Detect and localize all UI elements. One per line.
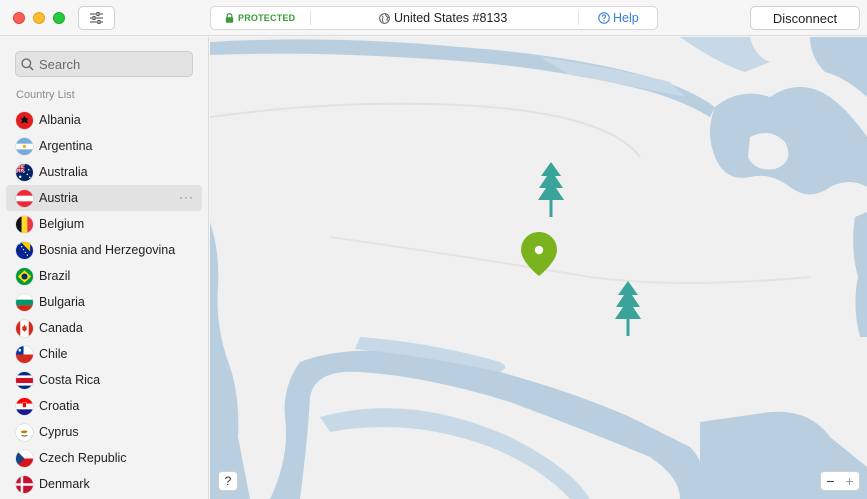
country-name: Albania <box>39 113 81 127</box>
country-item-chile[interactable]: Chile <box>6 341 202 367</box>
help-label: Help <box>613 11 639 25</box>
map-help-button[interactable]: ? <box>218 471 238 491</box>
lock-icon <box>225 13 234 23</box>
bulgaria-flag-icon <box>16 293 33 311</box>
country-name: Croatia <box>39 399 80 413</box>
map-view[interactable]: ? − + <box>210 37 867 499</box>
zoom-controls: − + <box>820 471 860 491</box>
country-item-bosnia[interactable]: Bosnia and Herzegovina <box>6 237 202 263</box>
canada-flag-icon <box>16 319 33 337</box>
country-name: Brazil <box>39 269 71 283</box>
country-item-croatia[interactable]: Croatia <box>6 393 202 419</box>
country-item-bulgaria[interactable]: Bulgaria <box>6 289 202 315</box>
title-bar: PROTECTED United States #8133 Help Disco… <box>0 0 867 36</box>
country-name: Chile <box>39 347 68 361</box>
costa-rica-flag-icon <box>16 371 33 389</box>
search-box[interactable] <box>15 51 193 77</box>
country-name: Cyprus <box>39 425 79 439</box>
country-item-australia[interactable]: Australia <box>6 159 202 185</box>
cyprus-flag-icon <box>16 423 33 441</box>
country-item-albania[interactable]: Albania <box>6 107 202 133</box>
minimize-window-button[interactable] <box>33 12 45 24</box>
belgium-flag-icon <box>16 215 33 233</box>
zoom-in-button[interactable]: + <box>840 472 859 490</box>
protected-status: PROTECTED <box>225 7 295 29</box>
server-label: United States #8133 <box>394 11 508 25</box>
country-name: Canada <box>39 321 83 335</box>
country-item-czech-republic[interactable]: Czech Republic <box>6 445 202 471</box>
tree-icon <box>538 162 564 217</box>
divider <box>310 11 311 25</box>
tree-icon <box>615 281 641 336</box>
maximize-window-button[interactable] <box>53 12 65 24</box>
protected-label: PROTECTED <box>238 13 296 23</box>
country-name: Costa Rica <box>39 373 101 387</box>
country-item-denmark[interactable]: Denmark <box>6 471 202 497</box>
close-window-button[interactable] <box>13 12 25 24</box>
search-input[interactable] <box>39 56 179 72</box>
more-options-icon[interactable]: ··· <box>179 190 194 204</box>
location-pin-icon[interactable] <box>520 231 558 277</box>
bosnia-flag-icon <box>16 241 33 259</box>
czech-flag-icon <box>16 449 33 467</box>
austria-flag-icon <box>16 189 33 207</box>
australia-flag-icon <box>16 163 33 181</box>
divider <box>578 11 579 25</box>
country-item-canada[interactable]: Canada <box>6 315 202 341</box>
country-name: Bulgaria <box>39 295 85 309</box>
globe-icon <box>379 12 390 24</box>
country-list: Albania Argentina Australia Austria ··· … <box>6 107 202 497</box>
croatia-flag-icon <box>16 397 33 415</box>
country-name: Denmark <box>39 477 90 491</box>
country-item-austria[interactable]: Austria ··· <box>6 185 202 211</box>
disconnect-button[interactable]: Disconnect <box>750 6 860 30</box>
country-list-title: Country List <box>16 89 75 101</box>
argentina-flag-icon <box>16 137 33 155</box>
help-link[interactable]: Help <box>598 7 639 29</box>
country-name: Belgium <box>39 217 85 231</box>
settings-button[interactable] <box>78 6 115 30</box>
help-circle-icon <box>598 12 610 24</box>
country-item-costa-rica[interactable]: Costa Rica <box>6 367 202 393</box>
country-item-argentina[interactable]: Argentina <box>6 133 202 159</box>
country-name: Bosnia and Herzegovina <box>39 243 176 257</box>
country-name: Argentina <box>39 139 93 153</box>
sliders-icon <box>90 12 103 24</box>
country-name: Czech Republic <box>39 451 127 465</box>
denmark-flag-icon <box>16 475 33 493</box>
server-name[interactable]: United States #8133 <box>379 7 507 29</box>
country-item-belgium[interactable]: Belgium <box>6 211 202 237</box>
connection-status-bar: PROTECTED United States #8133 Help <box>210 6 658 30</box>
country-item-brazil[interactable]: Brazil <box>6 263 202 289</box>
country-name: Austria <box>39 191 78 205</box>
chile-flag-icon <box>16 345 33 363</box>
zoom-out-button[interactable]: − <box>821 472 840 490</box>
search-icon <box>21 57 34 70</box>
country-name: Australia <box>39 165 88 179</box>
albania-flag-icon <box>16 111 33 129</box>
sidebar: Country List Albania Argentina <box>0 37 209 499</box>
brazil-flag-icon <box>16 267 33 285</box>
country-item-cyprus[interactable]: Cyprus <box>6 419 202 445</box>
